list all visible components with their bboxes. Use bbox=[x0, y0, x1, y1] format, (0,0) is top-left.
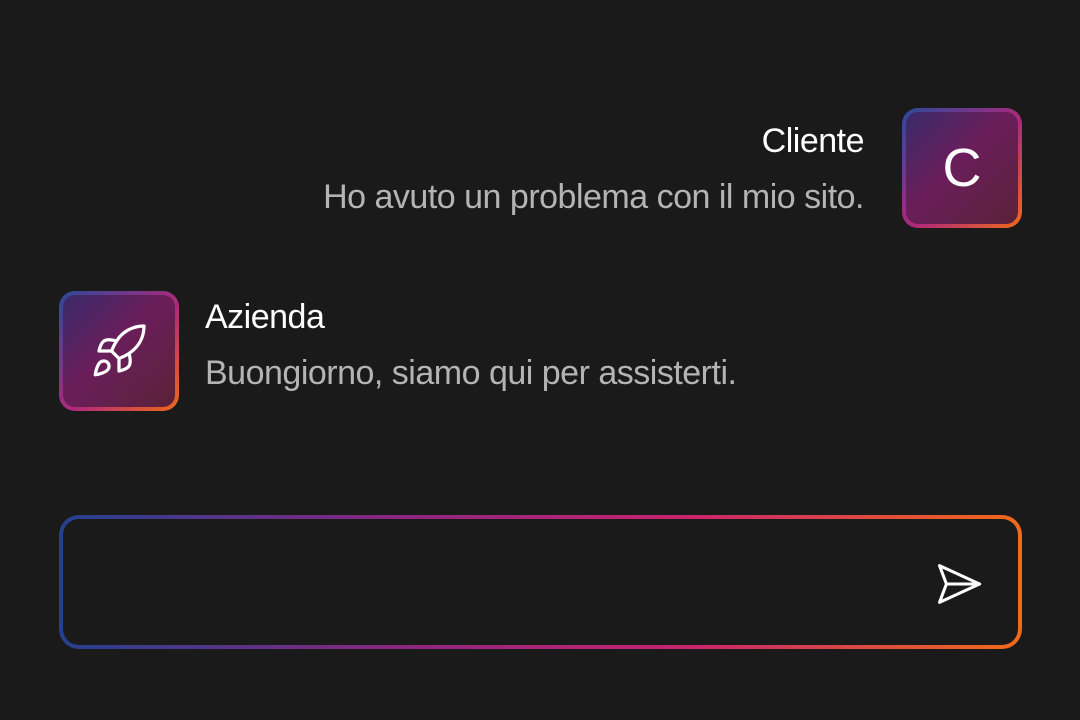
sender-name: Cliente bbox=[761, 122, 865, 160]
chat-window: Cliente Ho avuto un problema con il mio … bbox=[0, 0, 1080, 720]
sender-name: Azienda bbox=[205, 298, 325, 336]
message-composer bbox=[59, 515, 1022, 649]
rocket-icon bbox=[93, 324, 146, 377]
message-cliente: Cliente Ho avuto un problema con il mio … bbox=[323, 124, 864, 214]
avatar-inner bbox=[63, 295, 175, 407]
avatar-azienda bbox=[59, 291, 179, 411]
composer-inner bbox=[63, 519, 1018, 647]
message-text: Buongiorno, siamo qui per assisterti. bbox=[205, 354, 737, 392]
message-input[interactable] bbox=[87, 519, 908, 647]
send-button[interactable] bbox=[930, 555, 988, 613]
avatar-inner: C bbox=[906, 112, 1018, 224]
message-azienda: Azienda Buongiorno, siamo qui per assist… bbox=[205, 298, 737, 392]
avatar-letter: C bbox=[942, 138, 982, 198]
send-icon bbox=[937, 564, 982, 604]
avatar-cliente: C bbox=[902, 108, 1022, 228]
message-text: Ho avuto un problema con il mio sito. bbox=[323, 178, 864, 216]
